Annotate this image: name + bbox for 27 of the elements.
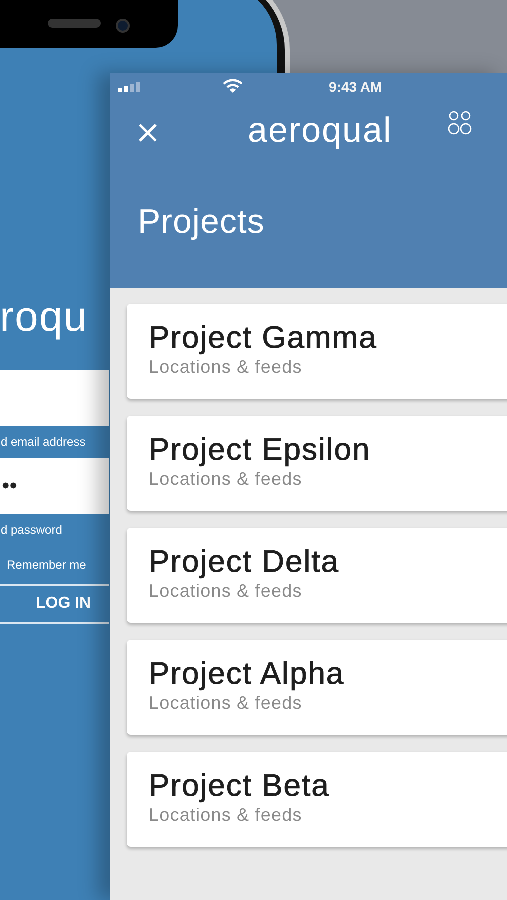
app-logo: roqu [0,296,88,338]
field-label: d password [0,522,64,539]
project-name: Project Delta [149,545,340,580]
app-logo: aeroqual [248,113,392,148]
project-subtitle: Locations & feeds [149,805,304,826]
camera-icon [116,19,130,33]
field-label: d email address [0,434,87,451]
signal-icon [118,82,141,92]
input-field[interactable]: •• [0,458,109,514]
project-name: Project Alpha [149,657,346,692]
project-name: Project Gamma [149,321,378,356]
project-card[interactable]: Project Delta Locations & feeds [127,528,507,623]
project-card[interactable]: Project Alpha Locations & feeds [127,640,507,735]
wifi-icon [223,79,243,94]
project-subtitle: Locations & feeds [149,469,304,490]
project-card[interactable]: Project Epsilon Locations & feeds [127,416,507,511]
project-card[interactable]: Project Beta Locations & feeds [127,752,507,847]
project-name: Project Epsilon [149,433,372,468]
project-subtitle: Locations & feeds [149,693,304,714]
project-subtitle: Locations & feeds [149,581,304,602]
input-field[interactable] [0,370,109,426]
project-card[interactable]: Project Gamma Locations & feeds [127,304,507,399]
speaker-icon [48,19,101,28]
project-name: Project Beta [149,769,331,804]
project-subtitle: Locations & feeds [149,357,304,378]
status-time: 9:43 AM [329,79,382,95]
page-title: Projects [138,203,266,242]
